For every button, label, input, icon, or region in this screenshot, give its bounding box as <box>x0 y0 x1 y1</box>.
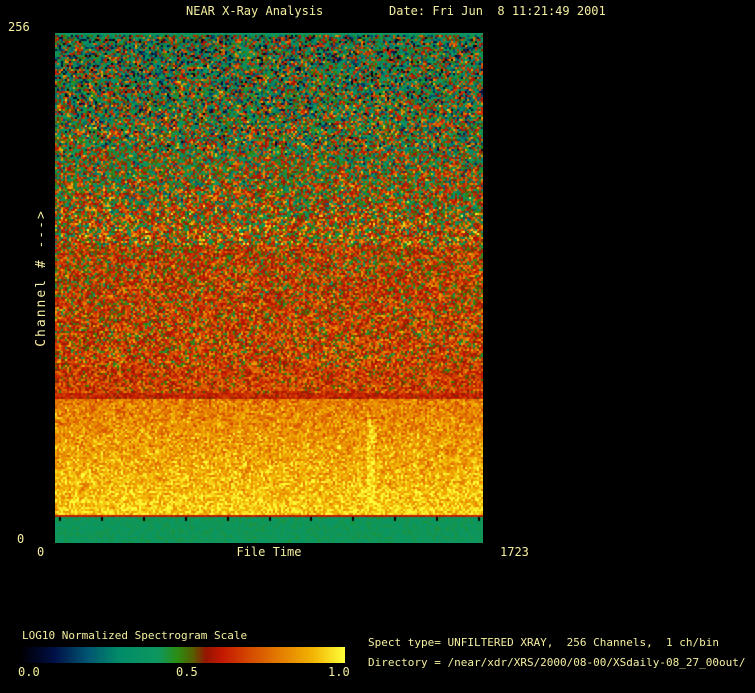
y-axis-title: Channel # ---> <box>33 209 49 347</box>
y-axis-min-label: 0 <box>17 532 25 546</box>
x-axis-max-label: 1723 <box>500 545 529 559</box>
xray-analysis-window: NEAR X-Ray Analysis Date: Fri Jun 8 11:2… <box>0 0 755 693</box>
colorbar-gradient <box>22 647 345 663</box>
directory-line: Directory = /near/xdr/XRS/2000/08-00/XSd… <box>368 656 746 669</box>
y-axis-max-label: 256 <box>8 20 30 34</box>
colorbar-title: LOG10 Normalized Spectrogram Scale <box>22 629 248 642</box>
spectrogram-heatmap <box>55 33 483 543</box>
colorbar-tick-0: 0.0 <box>18 665 40 679</box>
colorbar-tick-1: 1.0 <box>328 665 350 679</box>
x-axis-title: File Time <box>236 545 302 559</box>
spect-type-line: Spect type= UNFILTERED XRAY, 256 Channel… <box>368 636 719 649</box>
colorbar-tick-05: 0.5 <box>176 665 198 679</box>
page-title: NEAR X-Ray Analysis <box>186 4 324 18</box>
x-axis-min-label: 0 <box>37 545 45 559</box>
header-date: Date: Fri Jun 8 11:21:49 2001 <box>389 4 606 18</box>
